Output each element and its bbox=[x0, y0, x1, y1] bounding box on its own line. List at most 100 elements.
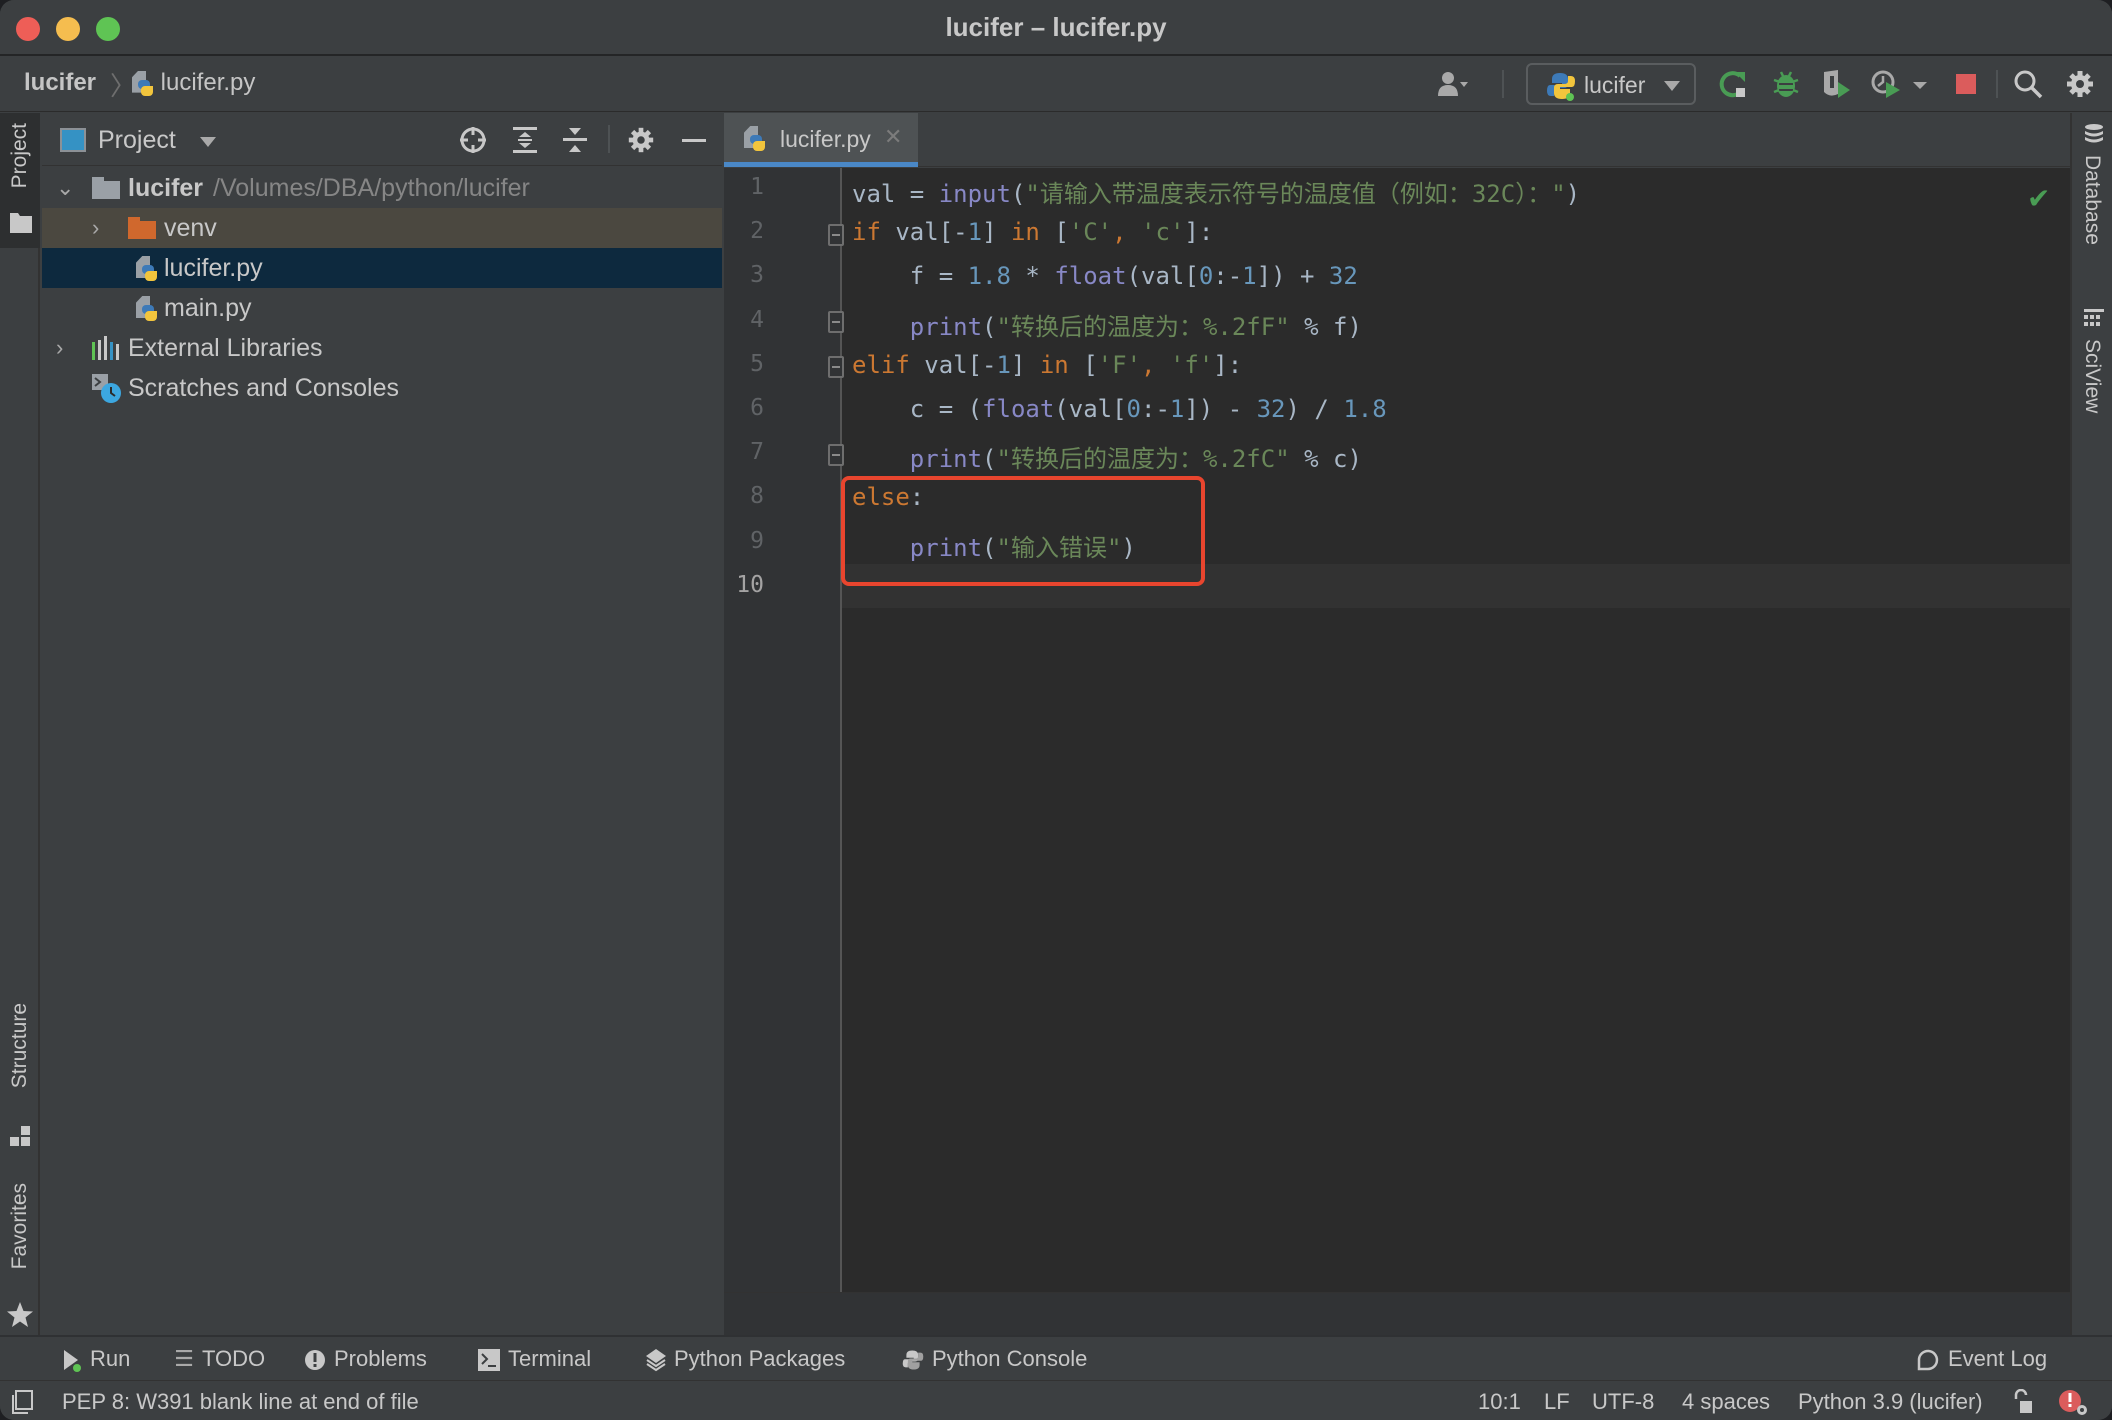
line-number[interactable]: 4 bbox=[724, 307, 764, 333]
tool-tab-database[interactable]: Database bbox=[2072, 123, 2112, 283]
line-number[interactable]: 9 bbox=[724, 528, 764, 554]
code-line[interactable]: print("转换后的温度为：%.2fF" % f) bbox=[852, 307, 1362, 342]
run-with-coverage-icon[interactable] bbox=[1820, 68, 1852, 100]
status-line-separator[interactable]: LF bbox=[1544, 1389, 1570, 1415]
gutter-divider bbox=[840, 168, 842, 1292]
chevron-right-icon[interactable]: › bbox=[92, 215, 99, 241]
code-token: 32 bbox=[1256, 395, 1286, 423]
tree-item-label: venv bbox=[164, 214, 217, 242]
tree-item-lucifer-py[interactable]: lucifer.py bbox=[42, 248, 722, 288]
editor-tab-lucifer-py[interactable]: lucifer.py ✕ bbox=[724, 113, 918, 167]
locate-file-icon[interactable] bbox=[458, 125, 488, 155]
sciview-icon bbox=[2084, 309, 2104, 326]
project-view-selector[interactable]: Project bbox=[98, 126, 176, 155]
code-token: 1.8 bbox=[1343, 395, 1387, 423]
unlock-icon[interactable] bbox=[2012, 1389, 2034, 1415]
fold-marker-icon[interactable] bbox=[828, 224, 844, 246]
line-number[interactable]: 8 bbox=[724, 483, 764, 509]
toggle-tool-windows-icon[interactable] bbox=[12, 1390, 34, 1414]
line-number[interactable]: 1 bbox=[724, 174, 764, 200]
tool-button-todo[interactable]: ☰ TODO bbox=[172, 1346, 265, 1372]
chevron-right-icon[interactable]: › bbox=[56, 335, 63, 361]
code-line[interactable]: c = (float(val[0:-1]) - 32) / 1.8 bbox=[852, 395, 1387, 423]
line-number[interactable]: 7 bbox=[724, 439, 764, 465]
line-number[interactable]: 3 bbox=[724, 262, 764, 288]
stop-icon[interactable] bbox=[1950, 68, 1982, 100]
code-token: input bbox=[938, 180, 1011, 208]
fold-marker-icon[interactable] bbox=[828, 311, 844, 333]
status-caret-position[interactable]: 10:1 bbox=[1478, 1389, 1521, 1415]
tool-button-problems[interactable]: Problems bbox=[304, 1346, 427, 1372]
chevron-down-icon[interactable] bbox=[200, 137, 216, 147]
settings-gear-icon[interactable] bbox=[2064, 68, 2096, 100]
tool-tab-sciview[interactable]: SciView bbox=[2072, 309, 2112, 439]
tree-item-main-py[interactable]: main.py bbox=[42, 288, 722, 328]
code-line[interactable]: f = 1.8 * float(val[0:-1]) + 32 bbox=[852, 262, 1358, 290]
breadcrumb-project[interactable]: lucifer bbox=[24, 69, 96, 97]
fold-marker-icon[interactable] bbox=[828, 444, 844, 466]
tree-item-venv[interactable]: › venv bbox=[42, 208, 722, 248]
profile-icon[interactable] bbox=[1870, 68, 1902, 100]
expand-all-icon[interactable] bbox=[510, 125, 540, 155]
tree-item-root-lucifer[interactable]: ⌄ lucifer/Volumes/DBA/python/lucifer bbox=[42, 168, 722, 208]
breadcrumb-file[interactable]: lucifer.py bbox=[132, 69, 255, 97]
panel-settings-gear-icon[interactable] bbox=[626, 125, 656, 155]
active-tab-indicator bbox=[724, 162, 918, 167]
tool-tab-structure[interactable]: Structure bbox=[0, 1003, 40, 1163]
run-configuration-selector[interactable]: lucifer bbox=[1526, 63, 1696, 105]
code-line[interactable]: val = input("请输入带温度表示符号的温度值（例如：32C）：") bbox=[852, 174, 1580, 209]
code-token: (val[ bbox=[1126, 262, 1199, 291]
tool-tab-favorites[interactable]: Favorites bbox=[0, 1183, 40, 1333]
code-token: ]: bbox=[1213, 350, 1243, 379]
rerun-icon[interactable] bbox=[1718, 68, 1750, 100]
inspection-ok-check-icon[interactable]: ✔ bbox=[2027, 182, 2050, 215]
line-number[interactable]: 6 bbox=[724, 395, 764, 421]
search-icon[interactable] bbox=[2012, 68, 2044, 100]
project-view-icon bbox=[60, 128, 86, 152]
tool-tab-project[interactable]: Project bbox=[0, 113, 40, 248]
tool-button-terminal[interactable]: Terminal bbox=[478, 1346, 591, 1372]
code-line[interactable]: print("转换后的温度为：%.2fC" % c) bbox=[852, 439, 1362, 474]
tool-button-label: Python Packages bbox=[674, 1346, 846, 1371]
status-message[interactable]: PEP 8: W391 blank line at end of file bbox=[62, 1389, 419, 1415]
code-editor[interactable]: 1 2 3 4 5 6 7 8 9 10 val = input("请输入带温度表示符号的温度值（… bbox=[724, 168, 2070, 1335]
hide-panel-icon[interactable] bbox=[680, 125, 708, 155]
tool-button-label: TODO bbox=[202, 1346, 266, 1371]
profile-dropdown-chevron-icon[interactable] bbox=[1910, 68, 1930, 100]
code-token: elif bbox=[852, 350, 910, 379]
line-number[interactable]: 10 bbox=[724, 572, 764, 598]
code-token: val[- bbox=[880, 218, 968, 247]
code-line[interactable]: elif val[-1] in ['F', 'f']: bbox=[852, 351, 1242, 379]
fold-marker-icon[interactable] bbox=[828, 356, 844, 378]
tool-button-python-packages[interactable]: Python Packages bbox=[644, 1346, 845, 1372]
tool-button-python-console[interactable]: Python Console bbox=[902, 1346, 1087, 1372]
code-token: 0 bbox=[1198, 262, 1214, 291]
database-icon bbox=[2085, 124, 2103, 143]
code-line[interactable]: if val[-1] in ['C', 'c']: bbox=[852, 218, 1213, 246]
star-icon bbox=[7, 1302, 33, 1327]
close-tab-icon[interactable]: ✕ bbox=[884, 124, 902, 150]
collapse-all-icon[interactable] bbox=[560, 125, 590, 155]
tree-item-external-libraries[interactable]: › External Libraries bbox=[42, 328, 722, 368]
debug-icon[interactable] bbox=[1770, 68, 1802, 100]
tool-button-run[interactable]: Run bbox=[62, 1346, 130, 1373]
code-token: f = bbox=[852, 262, 968, 291]
tool-button-event-log[interactable]: Event Log bbox=[1916, 1346, 2047, 1372]
ide-window: lucifer – lucifer.py lucifer 〉 lucifer.p… bbox=[0, 0, 2112, 1420]
tree-item-scratches[interactable]: Scratches and Consoles bbox=[42, 368, 722, 408]
editor-tab-label: lucifer.py bbox=[780, 126, 871, 152]
editor-gutter bbox=[724, 168, 840, 1292]
status-encoding[interactable]: UTF-8 bbox=[1592, 1389, 1654, 1415]
tool-tab-structure-label: Structure bbox=[8, 1003, 31, 1089]
chevron-down-icon[interactable]: ⌄ bbox=[56, 175, 74, 201]
status-indent[interactable]: 4 spaces bbox=[1682, 1389, 1770, 1415]
code-token: in bbox=[1039, 350, 1069, 379]
vcs-user-icon[interactable] bbox=[1436, 68, 1468, 100]
code-token: ]) + bbox=[1256, 262, 1329, 291]
code-token: ) / bbox=[1285, 395, 1344, 423]
status-interpreter[interactable]: Python 3.9 (lucifer) bbox=[1798, 1389, 1983, 1415]
ide-errors-icon[interactable] bbox=[2058, 1387, 2090, 1417]
line-number[interactable]: 5 bbox=[724, 351, 764, 377]
line-number[interactable]: 2 bbox=[724, 218, 764, 244]
code-token: 'F' bbox=[1097, 350, 1142, 379]
